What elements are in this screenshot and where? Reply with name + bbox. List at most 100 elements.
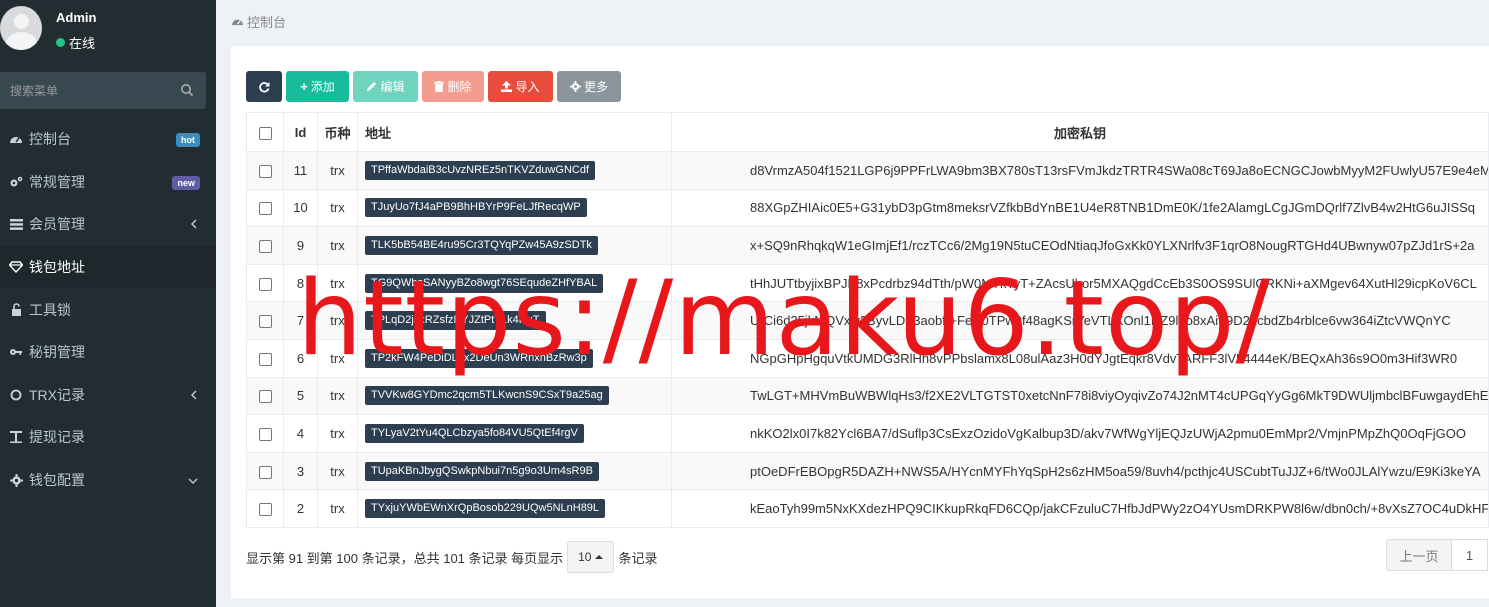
- delete-button[interactable]: 删除: [422, 71, 484, 102]
- refresh-button[interactable]: [246, 71, 282, 102]
- online-dot-icon: [56, 38, 65, 47]
- more-button[interactable]: 更多: [557, 71, 621, 102]
- sidebar-item-withdraw-records[interactable]: 提现记录: [0, 416, 216, 459]
- cogs-icon: [8, 174, 24, 190]
- sidebar-item-label: 钱包配置: [29, 472, 85, 489]
- column-header-key[interactable]: 加密私钥: [671, 112, 1489, 152]
- search-icon[interactable]: [180, 83, 194, 97]
- table-row[interactable]: 2 trx TYxjuYWbEWnXrQpBosob229UQw5NLnH89L kE…: [246, 489, 1489, 528]
- delete-button-label: 删除: [447, 80, 472, 94]
- address-cell: TYxjuYWbEWnXrQpBosob229UQw5NLnH89L: [357, 489, 672, 528]
- address-cell: TYLyaV2tYu4QLCbzya5fo84VU5QtEf4rgV: [357, 414, 672, 453]
- key-icon: [8, 344, 24, 360]
- row-checkbox[interactable]: [258, 164, 272, 178]
- sidebar-item-members[interactable]: 会员管理: [0, 203, 216, 246]
- breadcrumb-item-dashboard[interactable]: 控制台: [247, 12, 286, 31]
- row-checkbox[interactable]: [258, 240, 272, 254]
- encrypted-key-text: nkKO2lx0I7k82Ycl6BA7/dSuflp3CsExzOzidoVg…: [750, 425, 1466, 441]
- sidebar-item-wallet-config[interactable]: 钱包配置: [0, 459, 216, 502]
- row-checkbox[interactable]: [258, 390, 272, 404]
- sidebar-item-label: 控制台: [29, 131, 71, 148]
- sidebar-item-dashboard[interactable]: 控制台 hot: [0, 118, 216, 161]
- address-label: TLK5bB54BE4ru95Cr3TQYqPZw45A9zSDTk: [365, 235, 598, 255]
- select-all-checkbox[interactable]: [258, 126, 272, 140]
- id-cell: 10: [283, 188, 318, 228]
- sidebar-item-label: 钱包地址: [29, 259, 85, 276]
- sidebar-item-tool-lock[interactable]: 工具锁: [0, 288, 216, 331]
- import-button[interactable]: 导入: [488, 71, 553, 102]
- breadcrumb: 控制台: [231, 12, 286, 31]
- address-cell: TLK5bB54BE4ru95Cr3TQYqPZw45A9zSDTk: [357, 226, 672, 265]
- coin-cell: trx: [317, 414, 358, 453]
- address-label: TYxjuYWbEWnXrQpBosob229UQw5NLnH89L: [365, 499, 606, 519]
- table-row[interactable]: 9 trx TLK5bB54BE4ru95Cr3TQYqPZw45A9zSDTk x+…: [246, 226, 1489, 265]
- trash-icon: [434, 81, 445, 92]
- table-row[interactable]: 3 trx TUpaKBnJbygQSwkpNbui7n5g9o3Um4sR9B pt…: [246, 451, 1489, 491]
- table-header-row: Id 币种 地址 加密私钥: [246, 112, 1489, 152]
- row-checkbox[interactable]: [258, 427, 272, 441]
- table-row[interactable]: 10 trx TJuyUo7fJ4aPB9BhHBYrP9FeLJfRecqWP 88…: [246, 188, 1489, 228]
- add-button[interactable]: + 添加: [286, 71, 349, 102]
- hot-badge: hot: [176, 133, 200, 147]
- coin-cell: trx: [317, 376, 358, 416]
- text-icon: [8, 429, 24, 445]
- table-row[interactable]: 4 trx TYLyaV2tYu4QLCbzya5fo84VU5QtEf4rgV nk…: [246, 414, 1489, 453]
- key-cell: UrCi6d35jkMQVxw2ByvLDF3aobf/+FeR0TPw9f48…: [671, 301, 1489, 340]
- new-badge: new: [172, 175, 200, 190]
- encrypted-key-text: kEaoTyh99m5NxKXdezHPQ9CIKkupRkqFD6CQp/ja…: [750, 501, 1488, 517]
- pagination-suffix: 条记录: [618, 550, 658, 566]
- encrypted-key-text: TwLGT+MHVmBuWBWlqHs3/f2XE2VLTGTST0xetcNn…: [750, 388, 1488, 404]
- id-cell: 2: [283, 489, 318, 528]
- avatar[interactable]: [0, 6, 42, 50]
- row-select-cell: [246, 414, 284, 453]
- table-row[interactable]: 8 trx TG9QWbsSANyyBZo8wgt76SEqudeZHfYBAL tH…: [246, 263, 1489, 303]
- sidebar-item-key-management[interactable]: 秘钥管理: [0, 331, 216, 374]
- coin-cell: trx: [317, 451, 358, 491]
- sidebar-search: [0, 72, 206, 109]
- table-row[interactable]: 6 trx TP2kFW4PeDiDLex2DeUn3WRnxhBzRw3p NGpG…: [246, 338, 1489, 378]
- coin-cell: trx: [317, 151, 358, 190]
- key-cell: d8VrmzA504f1521LGP6j9PPFrLWA9bm3BX780sT1…: [671, 151, 1489, 190]
- id-cell: 7: [283, 301, 318, 340]
- user-panel: Admin 在线: [0, 0, 216, 62]
- id-cell: 4: [283, 414, 318, 453]
- page-size-select[interactable]: 10: [567, 541, 615, 573]
- edit-button-label: 编辑: [380, 80, 405, 94]
- upload-icon: [501, 81, 513, 92]
- chevron-left-icon: [190, 390, 197, 400]
- row-checkbox[interactable]: [258, 277, 272, 291]
- coin-cell: trx: [317, 301, 358, 340]
- key-cell: ptOeDFrEBOpgR5DAZH+NWS5A/HYcnMYFhYqSpH2s…: [671, 451, 1489, 491]
- row-checkbox[interactable]: [258, 503, 272, 517]
- sidebar-item-trx-records[interactable]: TRX记录: [0, 374, 216, 417]
- sidebar-item-label: 提现记录: [29, 429, 85, 446]
- key-cell: TwLGT+MHVmBuWBWlqHs3/f2XE2VLTGTST0xetcNn…: [671, 376, 1489, 416]
- chevron-left-icon: [190, 219, 197, 229]
- address-label: TJuyUo7fJ4aPB9BhHBYrP9FeLJfRecqWP: [365, 198, 587, 218]
- row-checkbox[interactable]: [258, 315, 272, 329]
- coin-cell: trx: [317, 263, 358, 303]
- coin-cell: trx: [317, 489, 358, 528]
- table-row[interactable]: 5 trx TVVKw8GYDmc2qcm5TLKwcnS9CSxT9a25ag Tw…: [246, 376, 1489, 416]
- pencil-icon: [367, 82, 377, 91]
- edit-button[interactable]: 编辑: [353, 71, 418, 102]
- sidebar-item-general[interactable]: 常规管理 new: [0, 161, 216, 204]
- prev-page-button[interactable]: 上一页: [1386, 539, 1452, 571]
- row-checkbox[interactable]: [258, 352, 272, 366]
- chevron-down-icon: [188, 478, 198, 484]
- row-select-cell: [246, 263, 284, 303]
- sidebar-item-label: 秘钥管理: [29, 344, 85, 361]
- search-input[interactable]: [0, 72, 206, 109]
- sidebar-item-wallet-address[interactable]: 钱包地址: [0, 245, 216, 289]
- page-1-button[interactable]: 1: [1452, 539, 1488, 571]
- list-icon: [8, 216, 24, 232]
- column-header-id[interactable]: Id: [283, 112, 318, 152]
- row-checkbox[interactable]: [258, 465, 272, 479]
- encrypted-key-text: ptOeDFrEBOpgR5DAZH+NWS5A/HYcnMYFhYqSpH2s…: [750, 463, 1481, 479]
- table-row[interactable]: 7 trx TPLqD2jJkRZsfzRYJZtPtT1k4HuT UrCi6d35…: [246, 301, 1489, 340]
- page-size-value: 10: [578, 550, 592, 564]
- column-header-coin[interactable]: 币种: [317, 112, 358, 152]
- row-checkbox[interactable]: [258, 202, 272, 216]
- table-row[interactable]: 11 trx TPffaWbdaiB3cUvzNREz5nTKVZduwGNCdf d…: [246, 151, 1489, 190]
- column-header-address[interactable]: 地址: [357, 112, 672, 152]
